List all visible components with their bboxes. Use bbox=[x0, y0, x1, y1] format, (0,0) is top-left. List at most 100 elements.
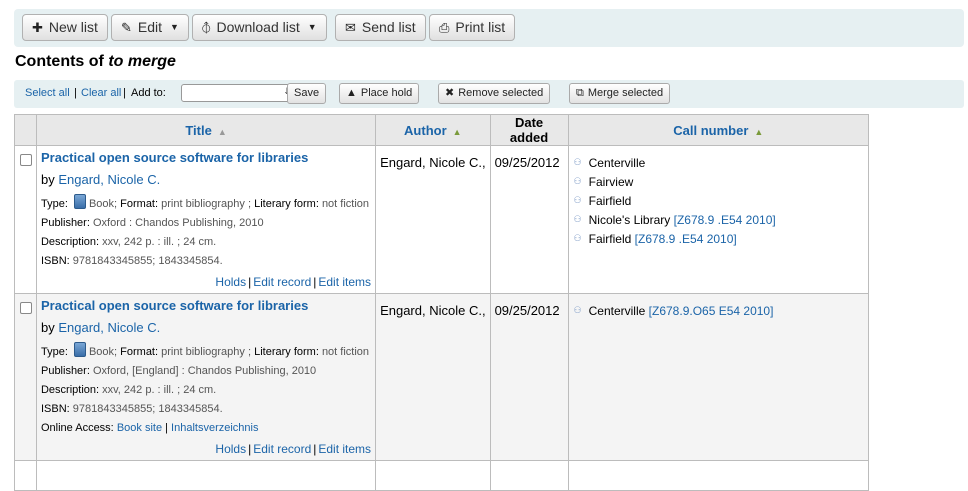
holds-link[interactable]: Holds bbox=[215, 442, 246, 456]
page-title-prefix: Contents of bbox=[15, 53, 109, 70]
edit-items-link[interactable]: Edit items bbox=[318, 275, 371, 289]
type-line: Type: Book; Format: print bibliography ;… bbox=[41, 342, 371, 358]
clear-all-link[interactable]: Clear all bbox=[81, 87, 121, 99]
isbn-line: ISBN: 9781843345855; 1843345854. bbox=[41, 255, 371, 267]
sort-icon: ▲︎ bbox=[754, 126, 764, 137]
author-link[interactable]: Engard, Nicole C. bbox=[58, 320, 160, 335]
table-row: Practical open source software for libra… bbox=[14, 293, 870, 461]
description-value: xxv, 242 p. : ill. ; 24 cm. bbox=[102, 384, 217, 396]
remove-selected-button[interactable]: ✖ Remove selected bbox=[438, 83, 551, 104]
call-number-link[interactable]: [Z678.9 .E54 2010] bbox=[635, 232, 737, 246]
format-label: Format: bbox=[120, 346, 159, 358]
publisher-line: Publisher: Oxford : Chandos Publishing, … bbox=[41, 217, 371, 229]
edit-items-link[interactable]: Edit items bbox=[318, 442, 371, 456]
description-line: Description: xxv, 242 p. : ill. ; 24 cm. bbox=[41, 384, 371, 396]
literary-form-value: not fiction bbox=[321, 346, 370, 358]
separator: | bbox=[123, 87, 126, 99]
location-label: Fairview bbox=[588, 174, 634, 189]
author-header-label: Author bbox=[404, 122, 447, 138]
literary-form-label: Literary form: bbox=[254, 346, 319, 358]
author-link[interactable]: Engard, Nicole C. bbox=[58, 172, 160, 187]
row-checkbox[interactable] bbox=[20, 302, 32, 314]
isbn-label: ISBN: bbox=[40, 403, 70, 415]
item-icon: ⚇ bbox=[573, 176, 582, 186]
hold-icon: ▲ bbox=[346, 87, 357, 99]
record-title-link[interactable]: Practical open source software for libra… bbox=[41, 298, 371, 313]
record-actions: Holds | Edit record | Edit items bbox=[41, 442, 371, 456]
publisher-value: Oxford : Chandos Publishing, 2010 bbox=[92, 217, 264, 229]
page-title: Contents of to merge bbox=[15, 53, 176, 71]
record-title-link[interactable]: Practical open source software for libra… bbox=[41, 150, 371, 165]
type-value: Book; bbox=[88, 198, 118, 210]
date-added-cell: 09/25/2012 bbox=[489, 145, 569, 294]
type-label: Type: bbox=[40, 346, 68, 358]
download-list-button[interactable]: ⦽ Download list ▼ bbox=[192, 14, 327, 41]
call-number-link[interactable]: [Z678.9 .E54 2010] bbox=[674, 213, 776, 227]
list-toolbar: ✚ New list ✎ Edit ▼ ⦽ Download list ▼ ✉ … bbox=[14, 9, 964, 47]
literary-form-label: Literary form: bbox=[254, 198, 319, 210]
date-added-cell bbox=[489, 460, 569, 491]
title-cell: Practical open source software for libra… bbox=[35, 145, 377, 294]
place-hold-button[interactable]: ▲ Place hold bbox=[339, 83, 420, 104]
item-icon: ⚇ bbox=[573, 195, 582, 205]
title-cell bbox=[35, 460, 377, 491]
save-label: Save bbox=[294, 87, 320, 99]
edit-record-link[interactable]: Edit record bbox=[253, 442, 311, 456]
call-number-item: ⚇ Fairfield bbox=[574, 191, 864, 210]
remove-selected-label: Remove selected bbox=[458, 87, 544, 99]
isbn-label: ISBN: bbox=[40, 255, 70, 267]
date-added-column-header: Date added bbox=[489, 114, 569, 146]
location-label: Nicole's Library bbox=[588, 212, 671, 227]
send-list-label: Send list bbox=[361, 19, 416, 35]
plus-icon: ✚ bbox=[32, 20, 43, 35]
title-cell: Practical open source software for libra… bbox=[35, 293, 377, 461]
printer-icon: ⎙ bbox=[439, 20, 450, 35]
send-list-button[interactable]: ✉ Send list bbox=[335, 14, 426, 41]
table-of-contents-link[interactable]: Inhaltsverzeichnis bbox=[171, 422, 258, 434]
publisher-label: Publisher: bbox=[40, 365, 90, 377]
call-number-link[interactable]: [Z678.9.O65 E54 2010] bbox=[649, 304, 774, 318]
call-number-cell bbox=[567, 460, 870, 491]
holds-link[interactable]: Holds bbox=[215, 275, 246, 289]
table-row bbox=[14, 460, 870, 491]
author-line: by Engard, Nicole C. bbox=[41, 172, 371, 187]
title-header-label: Title bbox=[185, 122, 212, 138]
format-value: print bibliography ; bbox=[161, 346, 252, 358]
download-list-label: Download list bbox=[216, 19, 300, 35]
publisher-label: Publisher: bbox=[40, 217, 90, 229]
edit-dropdown-button[interactable]: ✎ Edit ▼ bbox=[111, 14, 189, 41]
description-label: Description: bbox=[40, 236, 100, 248]
call-number-item: ⚇ Nicole's Library [Z678.9 .E54 2010] bbox=[574, 210, 864, 229]
merge-selected-button[interactable]: ⧉ Merge selected bbox=[569, 83, 671, 104]
call-number-column-header[interactable]: Call number ▲︎ bbox=[567, 114, 870, 146]
title-column-header[interactable]: Title ▲ bbox=[35, 114, 377, 146]
edit-record-link[interactable]: Edit record bbox=[253, 275, 311, 289]
book-icon bbox=[73, 342, 86, 357]
print-list-label: Print list bbox=[455, 19, 506, 35]
print-list-button[interactable]: ⎙ Print list bbox=[429, 14, 516, 41]
call-number-header-label: Call number bbox=[673, 122, 749, 138]
table-header-row: Title ▲ Author ▲︎ Date added Call number ▲︎ bbox=[14, 114, 870, 146]
format-label: Format: bbox=[120, 198, 159, 210]
format-value: print bibliography ; bbox=[161, 198, 252, 210]
row-select-cell bbox=[14, 145, 37, 294]
by-label: by bbox=[40, 172, 55, 187]
author-column-header[interactable]: Author ▲︎ bbox=[375, 114, 491, 146]
merge-icon: ⧉ bbox=[576, 87, 584, 99]
new-list-button[interactable]: ✚ New list bbox=[22, 14, 108, 41]
author-cell: Engard, Nicole C., bbox=[375, 293, 491, 461]
isbn-value: 9781843345855; 1843345854. bbox=[72, 255, 223, 267]
row-checkbox[interactable] bbox=[20, 154, 32, 166]
add-to-select[interactable]: ⇵ bbox=[181, 84, 297, 102]
envelope-icon: ✉ bbox=[345, 20, 356, 35]
publisher-line: Publisher: Oxford, [England] : Chandos P… bbox=[41, 365, 371, 377]
download-circle-icon: ⦽ bbox=[202, 20, 211, 35]
description-value: xxv, 242 p. : ill. ; 24 cm. bbox=[102, 236, 217, 248]
save-button[interactable]: Save bbox=[287, 83, 327, 104]
select-all-link[interactable]: Select all bbox=[25, 87, 70, 99]
isbn-line: ISBN: 9781843345855; 1843345854. bbox=[41, 403, 371, 415]
type-value: Book; bbox=[88, 346, 118, 358]
book-site-link[interactable]: Book site bbox=[117, 422, 162, 434]
call-number-item: ⚇ Centerville bbox=[574, 153, 864, 172]
call-number-item: ⚇ Centerville [Z678.9.O65 E54 2010] bbox=[574, 301, 864, 320]
